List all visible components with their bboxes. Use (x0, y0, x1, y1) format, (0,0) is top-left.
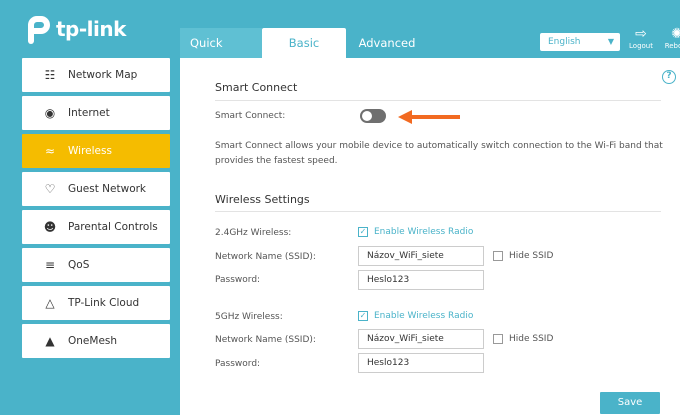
sidebar-item-onemesh[interactable]: ▲ OneMesh (22, 324, 170, 358)
network-map-icon: ☷ (44, 68, 56, 82)
smart-connect-label: Smart Connect: (215, 111, 286, 121)
hide-ssid-24-checkbox[interactable]: Hide SSID (493, 251, 553, 261)
sidebar-item-label: OneMesh (68, 335, 118, 347)
enable-radio-5-checkbox[interactable]: ✓ Enable Wireless Radio (358, 311, 473, 321)
sidebar-item-label: Internet (68, 107, 110, 119)
annotation-arrow-icon (398, 110, 460, 124)
language-value: English (548, 37, 581, 47)
section-divider (215, 100, 661, 101)
smart-connect-toggle[interactable] (360, 109, 386, 123)
enable-radio-24-checkbox[interactable]: ✓ Enable Wireless Radio (358, 227, 473, 237)
sidebar-item-label: QoS (68, 259, 90, 271)
hide-ssid-5-checkbox[interactable]: Hide SSID (493, 334, 553, 344)
sidebar-item-internet[interactable]: ◉ Internet (22, 96, 170, 130)
sidebar-item-parental-controls[interactable]: ☻ Parental Controls (22, 210, 170, 244)
hide-ssid-24-label: Hide SSID (509, 251, 554, 261)
logout-label: Logout (629, 42, 653, 50)
sidebar-item-label: TP-Link Cloud (68, 297, 140, 309)
checkbox-checked-icon: ✓ (358, 311, 368, 321)
tp-link-logo: tp-link (22, 12, 126, 46)
save-button[interactable]: Save (600, 392, 660, 414)
enable-radio-24-label: Enable Wireless Radio (374, 227, 474, 237)
sidebar-item-label: Guest Network (68, 183, 147, 195)
sidebar-item-guest-network[interactable]: ♡ Guest Network (22, 172, 170, 206)
help-icon[interactable]: ? (662, 70, 676, 84)
enable-radio-5-label: Enable Wireless Radio (374, 311, 474, 321)
ssid-5-input[interactable]: Názov_WiFi_siete (358, 329, 484, 349)
sidebar-item-tp-link-cloud[interactable]: △ TP-Link Cloud (22, 286, 170, 320)
sidebar-item-label: Wireless (68, 145, 112, 157)
chevron-down-icon: ▼ (607, 37, 614, 46)
sidebar: ☷ Network Map ◉ Internet ≈ Wireless ♡ Gu… (22, 58, 170, 362)
smart-connect-title: Smart Connect (215, 81, 298, 94)
sidebar-item-label: Network Map (68, 69, 138, 81)
tab-advanced[interactable]: Advanced (346, 28, 428, 58)
wifi-icon: ≈ (44, 144, 56, 158)
checkbox-checked-icon: ✓ (358, 227, 368, 237)
logout-icon: ⇨ (635, 26, 647, 42)
qos-icon: ≡ (44, 258, 56, 272)
band-24-label: 2.4GHz Wireless: (215, 228, 292, 238)
ssid-5-label: Network Name (SSID): (215, 335, 316, 345)
hide-ssid-5-label: Hide SSID (509, 334, 554, 344)
parental-icon: ☻ (43, 220, 57, 234)
band-5-label: 5GHz Wireless: (215, 312, 283, 322)
sidebar-item-wireless[interactable]: ≈ Wireless (22, 134, 170, 168)
tab-quick-setup[interactable]: Quick Setup (180, 28, 262, 80)
reboot-button[interactable]: ✺ Reboot (662, 26, 680, 50)
tab-basic[interactable]: Basic (262, 28, 346, 58)
password-5-input[interactable]: Heslo123 (358, 353, 484, 373)
checkbox-unchecked-icon (493, 251, 503, 261)
sidebar-item-label: Parental Controls (68, 221, 158, 233)
language-select[interactable]: English ▼ (540, 33, 620, 51)
smart-connect-description: Smart Connect allows your mobile device … (215, 141, 663, 166)
top-tabs: Quick Setup Basic Advanced (180, 28, 428, 80)
tp-link-logo-icon (22, 14, 52, 44)
password-5-label: Password: (215, 359, 261, 369)
globe-icon: ◉ (44, 106, 56, 120)
sidebar-item-network-map[interactable]: ☷ Network Map (22, 58, 170, 92)
reboot-icon: ✺ (671, 26, 680, 42)
wireless-settings-title: Wireless Settings (215, 193, 310, 206)
section-divider (215, 211, 661, 212)
password-24-input[interactable]: Heslo123 (358, 270, 484, 290)
password-24-label: Password: (215, 275, 261, 285)
logout-button[interactable]: ⇨ Logout (626, 26, 656, 50)
main-panel: ? Smart Connect Smart Connect: Smart Con… (180, 58, 680, 415)
checkbox-unchecked-icon (493, 334, 503, 344)
cloud-icon: △ (45, 296, 55, 310)
onemesh-icon: ▲ (45, 334, 55, 348)
toggle-knob (362, 111, 372, 121)
brand-name: tp-link (56, 17, 126, 41)
ssid-24-label: Network Name (SSID): (215, 252, 316, 262)
reboot-label: Reboot (664, 42, 680, 50)
ssid-24-input[interactable]: Názov_WiFi_siete (358, 246, 484, 266)
guest-icon: ♡ (44, 182, 56, 196)
sidebar-item-qos[interactable]: ≡ QoS (22, 248, 170, 282)
